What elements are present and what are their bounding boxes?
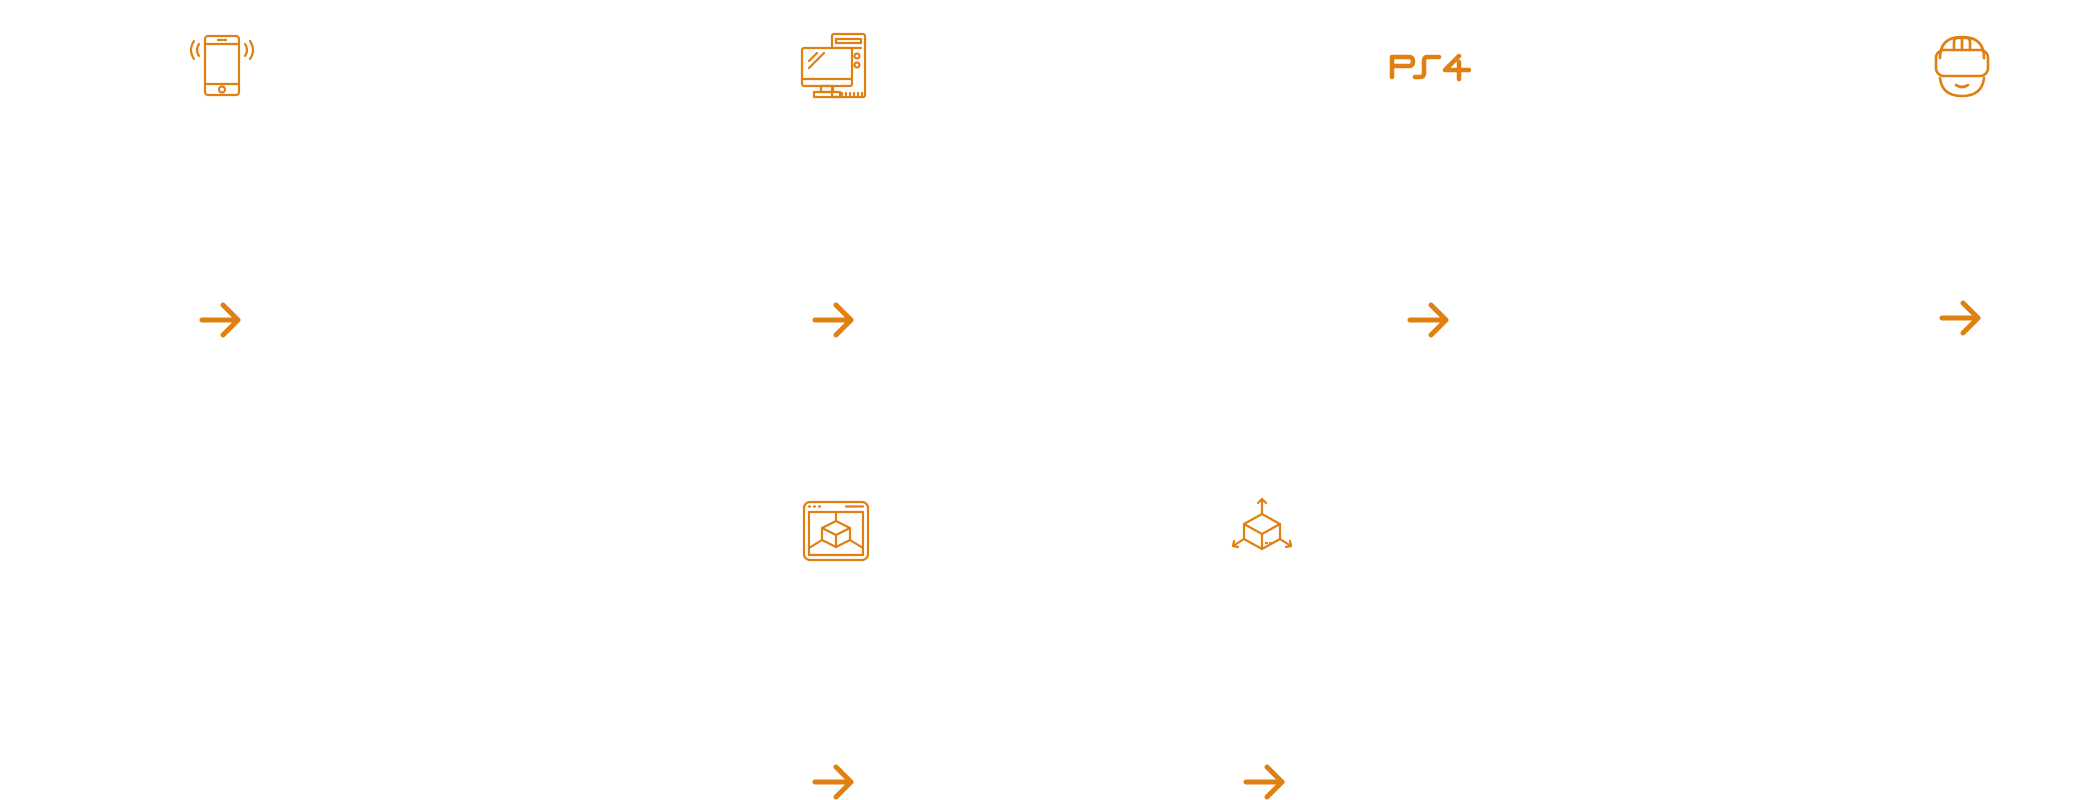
vr-headset-icon bbox=[1934, 34, 1990, 98]
3d-axis-cube-arrow-icon[interactable] bbox=[1243, 762, 1287, 800]
services-grid bbox=[0, 0, 2090, 800]
desktop-computer-arrow-icon[interactable] bbox=[812, 300, 856, 340]
3d-model-window-arrow-icon[interactable] bbox=[812, 762, 856, 800]
mobile-phone-arrow-icon[interactable] bbox=[199, 300, 243, 340]
desktop-computer-icon bbox=[800, 32, 868, 100]
ps4-logo-icon bbox=[1389, 52, 1473, 82]
ps4-arrow-icon[interactable] bbox=[1407, 300, 1451, 340]
mobile-phone-icon bbox=[189, 34, 255, 98]
3d-axis-cube-icon bbox=[1230, 496, 1294, 556]
vr-headset-arrow-icon[interactable] bbox=[1939, 298, 1983, 338]
3d-model-window-icon bbox=[802, 500, 870, 562]
